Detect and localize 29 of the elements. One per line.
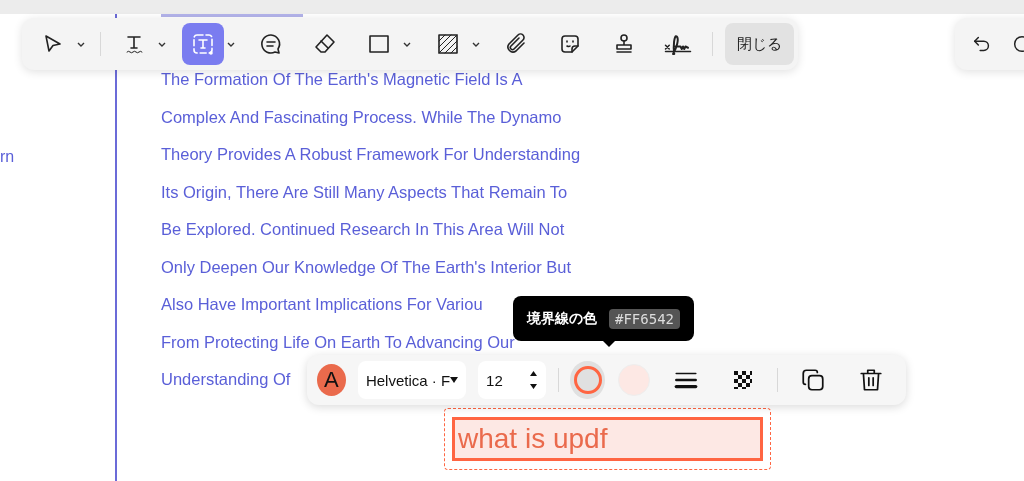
close-button[interactable]: 閉じる [724,23,794,65]
dropdown-arrow-icon [450,377,459,383]
document-text-line: The Formation Of The Earth's Magnetic Field Is A [161,70,523,88]
stepper-arrows-icon [528,369,538,391]
document-text-line: Theory Provides A Robust Framework For Understanding [161,145,581,163]
tooltip-label: 境界線の色 [527,309,597,328]
delete-icon[interactable] [858,367,884,393]
document-text-line: Also Have Important Implications For Variou [161,295,483,313]
document-text-line: Only Deepen Our Knowledge Of The Earth's Interior But [161,257,572,276]
border-color-swatch [573,366,602,394]
outline-text[interactable]: rn [0,148,115,166]
document-text-line: Its Origin, There Are Still Many Aspects That Remain To [161,182,568,201]
rectangle-icon [367,32,392,56]
document-text-line: Be Explored. Continued Research In This Area Will Not [161,220,565,238]
copy-icon [800,367,826,393]
font-dropdown[interactable]: Helvetica · F [357,361,467,399]
document-text-line: From Protecting Life On Earth To Advancing Our [161,332,515,351]
border-color-button[interactable] [570,361,605,399]
color-code: #FF6542 [609,308,680,329]
text-box-icon [190,32,215,56]
comment-icon [258,32,283,56]
font-size-stepper[interactable]: 12 [478,361,546,399]
document-text-line: Understanding Of [161,370,291,388]
document-text-line: Complex And Fascinating Process. While The Dynamo [161,107,562,126]
trash-icon [858,367,884,393]
eraser-icon [313,32,338,56]
text-color-button[interactable]: A [317,364,346,396]
duplicate-icon[interactable] [800,367,826,393]
hatched-square-icon [435,32,460,56]
